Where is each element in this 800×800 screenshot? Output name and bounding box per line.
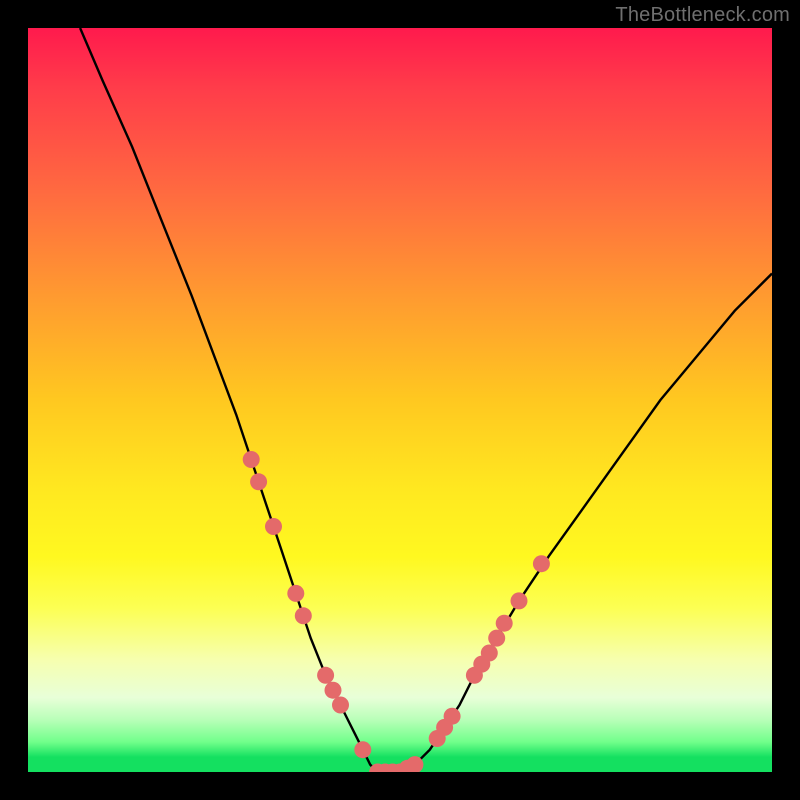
data-marker — [287, 585, 304, 602]
data-marker — [250, 473, 267, 490]
bottleneck-curve-svg — [28, 28, 772, 772]
data-marker — [354, 741, 371, 758]
data-marker — [533, 555, 550, 572]
data-marker — [317, 667, 334, 684]
data-marker — [295, 607, 312, 624]
chart-frame: TheBottleneck.com — [0, 0, 800, 800]
watermark-text: TheBottleneck.com — [615, 4, 790, 27]
data-marker — [325, 682, 342, 699]
data-marker — [496, 615, 513, 632]
bottleneck-curve-path — [80, 28, 772, 772]
marker-group — [243, 451, 550, 772]
data-marker — [444, 708, 461, 725]
data-marker — [265, 518, 282, 535]
data-marker — [511, 592, 528, 609]
data-marker — [243, 451, 260, 468]
plot-area — [28, 28, 772, 772]
data-marker — [481, 645, 498, 662]
data-marker — [332, 697, 349, 714]
data-marker — [488, 630, 505, 647]
